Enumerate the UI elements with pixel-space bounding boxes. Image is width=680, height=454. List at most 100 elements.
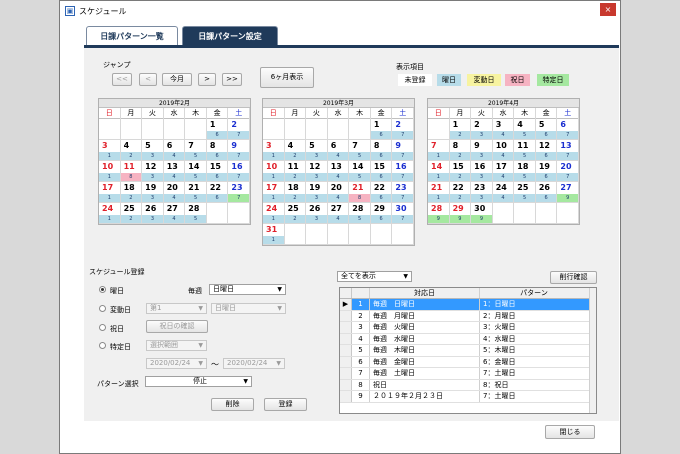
table-row[interactable]: 2 毎週 月曜日 2：月曜日	[340, 310, 596, 322]
day-cell[interactable]: 75	[349, 140, 371, 161]
day-cell[interactable]: 27 9	[557, 182, 579, 203]
holiday-radio[interactable]	[99, 324, 106, 331]
day-cell[interactable]: 19 6	[535, 161, 558, 182]
day-cell[interactable]: 23 3	[471, 182, 493, 203]
day-cell[interactable]: 17 1	[99, 182, 121, 203]
day-cell[interactable]: 21 5	[185, 182, 207, 203]
day-cell[interactable]: 22 6	[206, 182, 229, 203]
day-cell[interactable]: 11 2	[284, 161, 307, 182]
day-cell[interactable]: 97	[228, 140, 250, 161]
day-cell[interactable]: 71	[428, 140, 450, 161]
day-cell[interactable]: 86	[370, 140, 393, 161]
day-cell[interactable]: 28 5	[185, 203, 207, 224]
day-cell[interactable]: 24 1	[99, 203, 121, 224]
day-cell[interactable]: 12	[449, 119, 472, 140]
date-to-picker[interactable]: 2020/02/24 ▼	[223, 358, 285, 369]
day-cell[interactable]: 18 5	[514, 161, 536, 182]
day-cell[interactable]: 14 5	[185, 161, 207, 182]
day-cell[interactable]: 25 2	[120, 203, 143, 224]
holiday-confirm-button[interactable]: 祝日の確認	[146, 320, 208, 333]
day-cell[interactable]: 20 4	[163, 182, 186, 203]
tab-pattern-settings[interactable]: 日課パターン設定	[182, 26, 278, 46]
day-cell[interactable]: 53	[142, 140, 164, 161]
period-select[interactable]: 選択範囲 ▼	[146, 340, 207, 351]
day-cell[interactable]: 23 7	[228, 182, 250, 203]
day-cell[interactable]: 53	[306, 140, 328, 161]
weekday-radio[interactable]	[99, 286, 106, 293]
grid-scrollbar[interactable]	[589, 288, 596, 413]
day-cell[interactable]: 26 3	[306, 203, 328, 224]
day-cell[interactable]: 10 4	[492, 140, 515, 161]
table-row[interactable]: 9 ２０１９年２月２３日 7：土曜日	[340, 391, 596, 403]
filter-select[interactable]: 全てを表示 ▼	[337, 271, 412, 282]
day-cell[interactable]: 75	[185, 140, 207, 161]
table-row[interactable]: ▶ 1 毎週 日曜日 1：日曜日	[340, 299, 596, 311]
day-cell[interactable]: 16	[206, 119, 229, 140]
close-button[interactable]: 閉じる	[545, 425, 595, 439]
day-cell[interactable]: 30 9	[471, 203, 493, 224]
day-cell[interactable]: 86	[206, 140, 229, 161]
jump-next-button[interactable]: >	[198, 73, 216, 86]
day-cell[interactable]: 26 3	[142, 203, 164, 224]
jump-prev-button[interactable]: <	[139, 73, 157, 86]
register-button[interactable]: 登録	[264, 398, 307, 411]
day-cell[interactable]: 22 2	[449, 182, 472, 203]
six-month-view-button[interactable]: 6ヶ月表示	[260, 67, 314, 88]
day-cell[interactable]: 18 2	[120, 182, 143, 203]
table-row[interactable]: 7 毎週 土曜日 7：土曜日	[340, 368, 596, 380]
day-cell[interactable]: 34	[492, 119, 515, 140]
day-cell[interactable]: 64	[163, 140, 186, 161]
day-cell[interactable]: 42	[284, 140, 307, 161]
day-cell[interactable]: 11 5	[514, 140, 536, 161]
jump-this-month-button[interactable]: 今月	[162, 73, 192, 86]
variable-weekday-select[interactable]: 日曜日 ▼	[211, 303, 286, 314]
delete-confirm-button[interactable]: 削行確認	[550, 271, 597, 284]
day-cell[interactable]: 12 3	[306, 161, 328, 182]
day-cell[interactable]: 42	[120, 140, 143, 161]
table-row[interactable]: 3 毎週 火曜日 3：火曜日	[340, 322, 596, 334]
day-cell[interactable]: 28 5	[349, 203, 371, 224]
day-cell[interactable]: 27 4	[327, 203, 350, 224]
variable-day-radio[interactable]	[99, 305, 106, 312]
tab-pattern-list[interactable]: 日課パターン一覧	[86, 26, 178, 46]
table-row[interactable]: 8 祝日 8：祝日	[340, 379, 596, 391]
weekday-select[interactable]: 日曜日 ▼	[209, 284, 286, 295]
day-cell[interactable]: 12 6	[535, 140, 558, 161]
day-cell[interactable]: 28 9	[428, 203, 450, 224]
day-cell[interactable]: 24 4	[492, 182, 515, 203]
pattern-select[interactable]: 停止 ▼	[145, 376, 252, 387]
day-cell[interactable]: 29 9	[449, 203, 472, 224]
table-row[interactable]: 4 毎週 水曜日 4：水曜日	[340, 333, 596, 345]
day-cell[interactable]: 13 4	[163, 161, 186, 182]
day-cell[interactable]: 21 1	[428, 182, 450, 203]
day-cell[interactable]: 11 8	[120, 161, 143, 182]
day-cell[interactable]: 16	[370, 119, 393, 140]
day-cell[interactable]: 25 5	[514, 182, 536, 203]
day-cell[interactable]: 14 5	[349, 161, 371, 182]
day-cell[interactable]: 31	[263, 140, 285, 161]
day-cell[interactable]: 15 2	[449, 161, 472, 182]
day-cell[interactable]: 20 4	[327, 182, 350, 203]
day-cell[interactable]: 56	[535, 119, 558, 140]
day-cell[interactable]: 23 7	[392, 182, 414, 203]
day-cell[interactable]: 18 2	[284, 182, 307, 203]
day-cell[interactable]: 82	[449, 140, 472, 161]
table-row[interactable]: 6 毎週 金曜日 6：金曜日	[340, 356, 596, 368]
variable-week-select[interactable]: 第1 ▼	[146, 303, 207, 314]
window-close-button[interactable]: ×	[600, 3, 616, 16]
day-cell[interactable]: 12 3	[142, 161, 164, 182]
day-cell[interactable]: 13 7	[557, 140, 579, 161]
day-cell[interactable]: 25 2	[284, 203, 307, 224]
day-cell[interactable]: 21 8	[349, 182, 371, 203]
delete-button[interactable]: 削除	[211, 398, 254, 411]
day-cell[interactable]: 31 1	[263, 224, 285, 245]
day-cell[interactable]: 24 1	[263, 203, 285, 224]
day-cell[interactable]: 64	[327, 140, 350, 161]
day-cell[interactable]: 45	[514, 119, 536, 140]
day-cell[interactable]: 67	[557, 119, 579, 140]
day-cell[interactable]: 19 3	[142, 182, 164, 203]
day-cell[interactable]: 17 4	[492, 161, 515, 182]
day-cell[interactable]: 15 6	[370, 161, 393, 182]
day-cell[interactable]: 26 6	[535, 182, 558, 203]
day-cell[interactable]: 93	[471, 140, 493, 161]
